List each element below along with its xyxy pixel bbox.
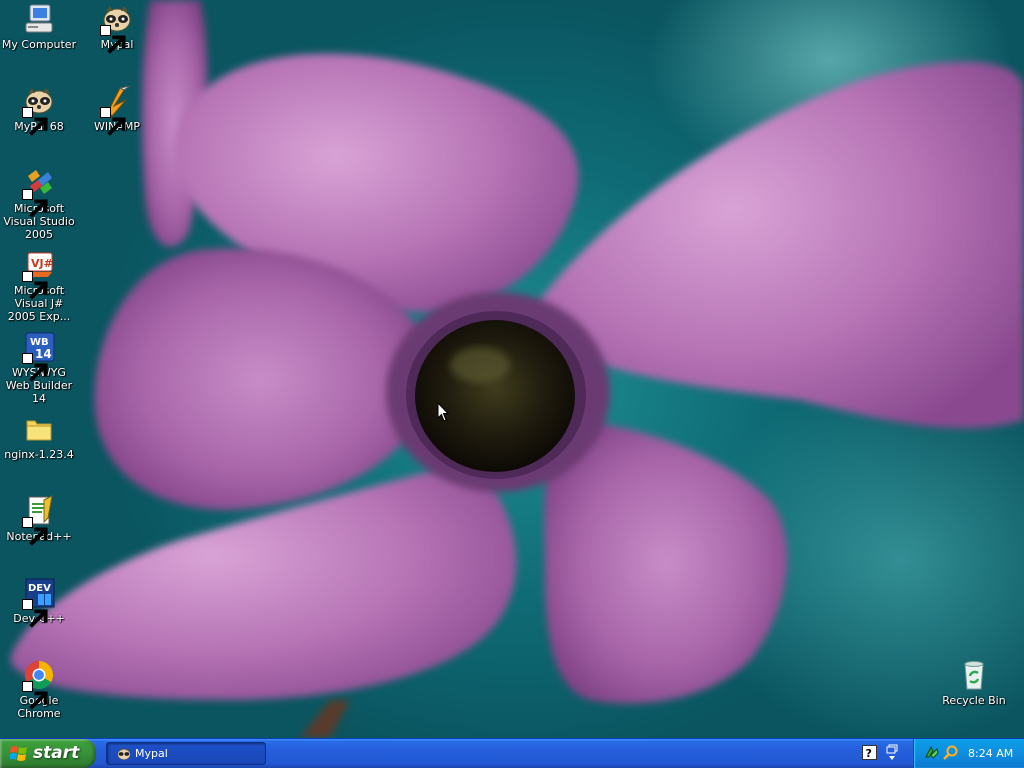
system-tray: 8:24 AM [913, 739, 1024, 768]
desktop-icon-mypal-68[interactable]: MyPal 68 [0, 84, 79, 136]
notepadpp-icon [22, 494, 56, 546]
desktop-icon-visual-studio-2005[interactable]: Microsoft Visual Studio 2005 [0, 166, 79, 241]
winamp-icon [100, 84, 134, 136]
svg-text:VJ#: VJ# [31, 257, 53, 270]
desktop-icon-winamp[interactable]: WINAMP [77, 84, 157, 136]
recycle-bin-icon [957, 658, 991, 692]
shortcut-arrow-icon [22, 353, 48, 382]
visual-studio-icon [22, 166, 56, 218]
shortcut-arrow-icon [22, 681, 48, 710]
shortcut-arrow-icon [100, 107, 126, 136]
desktop-icon-recycle-bin[interactable]: Recycle Bin [934, 658, 1014, 707]
desktop-icon-google-chrome[interactable]: Google Chrome [0, 658, 79, 720]
shortcut-arrow-icon [100, 25, 126, 54]
mypal-icon [100, 2, 134, 54]
shortcut-arrow-icon [22, 189, 48, 218]
chrome-icon [22, 658, 56, 710]
desktop-icon-wysiwyg-web-builder[interactable]: WB 14 WYSIWYG Web Builder 14 [0, 330, 79, 405]
mypal-icon [117, 747, 131, 760]
desktop-icon-visual-jsharp-2005[interactable]: VJ# Microsoft Visual J# 2005 Exp... [0, 248, 79, 323]
shortcut-arrow-icon [22, 599, 48, 628]
search-icon[interactable] [943, 745, 958, 760]
desktop-icon-label: Recycle Bin [942, 694, 1006, 707]
desktop-icon-nginx-folder[interactable]: nginx-1.23.4 [0, 412, 79, 461]
start-label: start [33, 743, 80, 763]
clock[interactable]: 8:24 AM [968, 739, 1013, 768]
desktop[interactable]: My Computer MyPal 68 Microsoft Visual St… [0, 0, 1024, 738]
windows-logo-icon [10, 746, 27, 761]
desktop-icon-notepadpp[interactable]: Notepad++ [0, 494, 79, 546]
folder-icon [22, 412, 56, 446]
start-button[interactable]: start [0, 739, 96, 768]
my-computer-icon [22, 2, 56, 36]
desktop-icon-label: My Computer [1, 38, 77, 51]
shortcut-arrow-icon [22, 107, 48, 136]
desktop-icon-my-computer[interactable]: My Computer [0, 2, 79, 51]
desktop-icon-devcpp[interactable]: DEV Dev-C++ [0, 576, 79, 628]
devcpp-icon: DEV [22, 576, 56, 628]
shortcut-arrow-icon [22, 517, 48, 546]
mypal-icon [22, 84, 56, 136]
help-icon[interactable]: ? [862, 745, 877, 760]
desktop-icon-label: nginx-1.23.4 [4, 448, 74, 461]
visual-jsharp-icon: VJ# [22, 248, 56, 300]
taskbar-button-mypal[interactable]: Mypal [106, 742, 266, 765]
shortcut-arrow-icon [22, 271, 48, 300]
svg-text:DEV: DEV [28, 583, 51, 594]
web-builder-icon: WB 14 [22, 330, 56, 382]
arrange-windows-icon[interactable] [885, 744, 899, 762]
taskbar: start Mypal ? 8:24 AM [0, 738, 1024, 768]
network-icon[interactable] [924, 745, 939, 760]
svg-text:?: ? [866, 747, 872, 760]
mouse-cursor-icon [437, 402, 450, 422]
taskbar-button-label: Mypal [135, 747, 168, 760]
desktop-icon-mypal[interactable]: Mypal [77, 2, 157, 54]
